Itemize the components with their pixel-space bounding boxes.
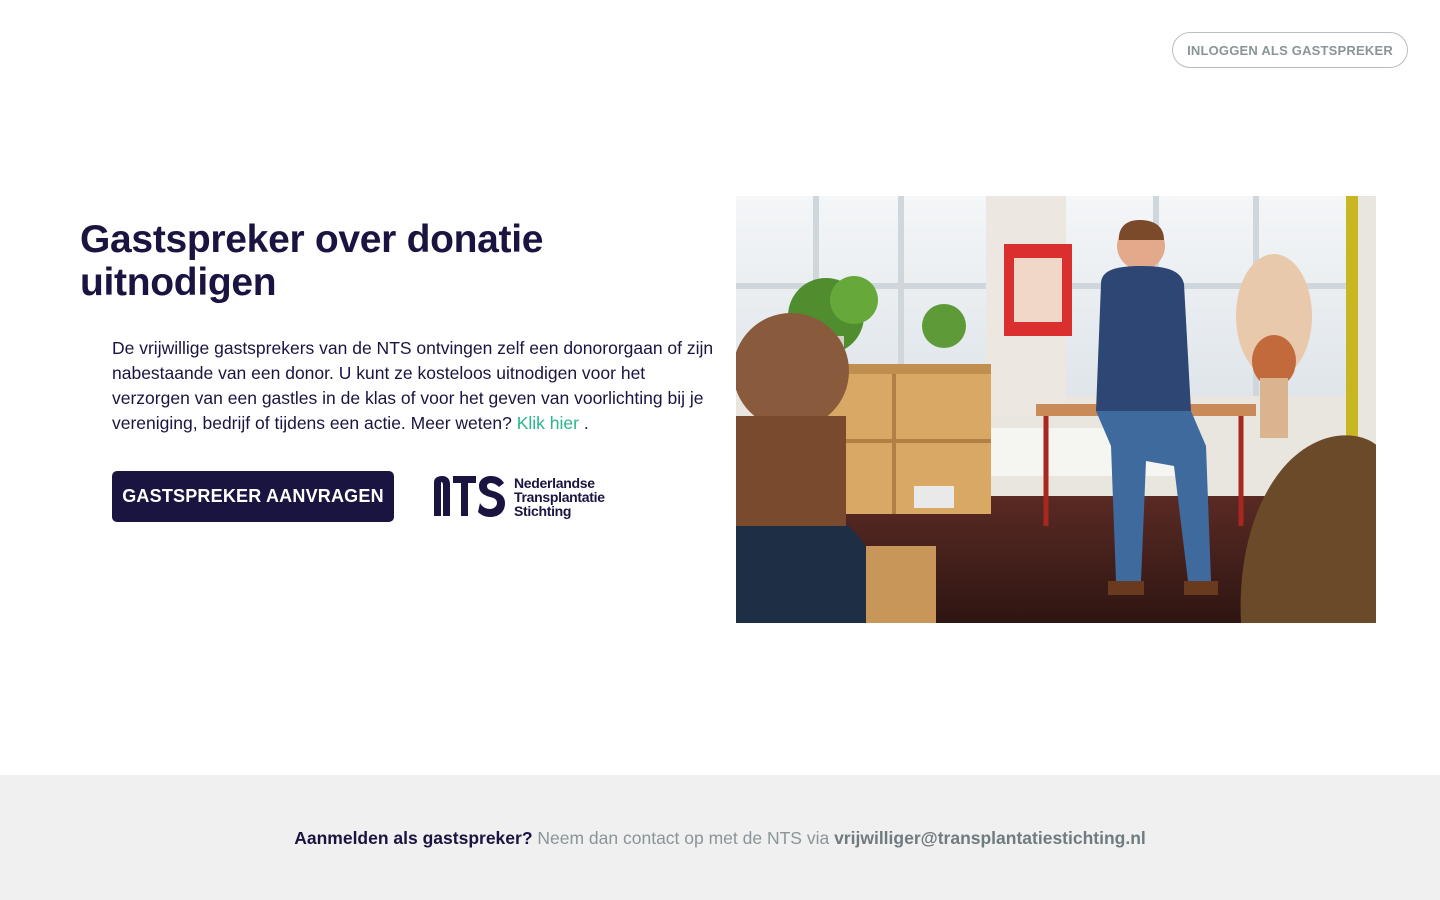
login-as-speaker-button[interactable]: INLOGGEN ALS GASTSPREKER — [1172, 32, 1408, 68]
hero-photo — [736, 196, 1376, 623]
intro-text: De vrijwillige gastsprekers van de NTS o… — [112, 338, 714, 433]
footer-text: Neem dan contact op met de NTS via — [537, 828, 830, 848]
nts-logo-text: Nederlandse Transplantatie Stichting — [514, 476, 605, 518]
request-speaker-button[interactable]: GASTSPREKER AANVRAGEN — [112, 471, 394, 522]
intro-end: . — [583, 413, 589, 433]
nts-logo: Nederlandse Transplantatie Stichting — [432, 474, 612, 520]
classroom-photo-illustration — [736, 196, 1376, 623]
volunteer-email-link[interactable]: vrijwilliger@transplantatiestichting.nl — [834, 828, 1146, 848]
footer-lead: Aanmelden als gastspreker? — [294, 828, 533, 848]
footer-contact-text: Aanmelden als gastspreker? Neem dan cont… — [294, 828, 1146, 849]
intro-paragraph: De vrijwillige gastsprekers van de NTS o… — [112, 336, 724, 436]
logo-line-1: Nederlandse — [514, 475, 595, 491]
logo-line-2: Transplantatie — [514, 489, 605, 505]
nts-logo-mark — [434, 476, 505, 517]
footer-bar: Aanmelden als gastspreker? Neem dan cont… — [0, 775, 1440, 900]
more-info-link[interactable]: Klik hier — [517, 413, 579, 433]
page-title: Gastspreker over donatie uitnodigen — [80, 218, 544, 304]
logo-line-3: Stichting — [514, 503, 572, 519]
